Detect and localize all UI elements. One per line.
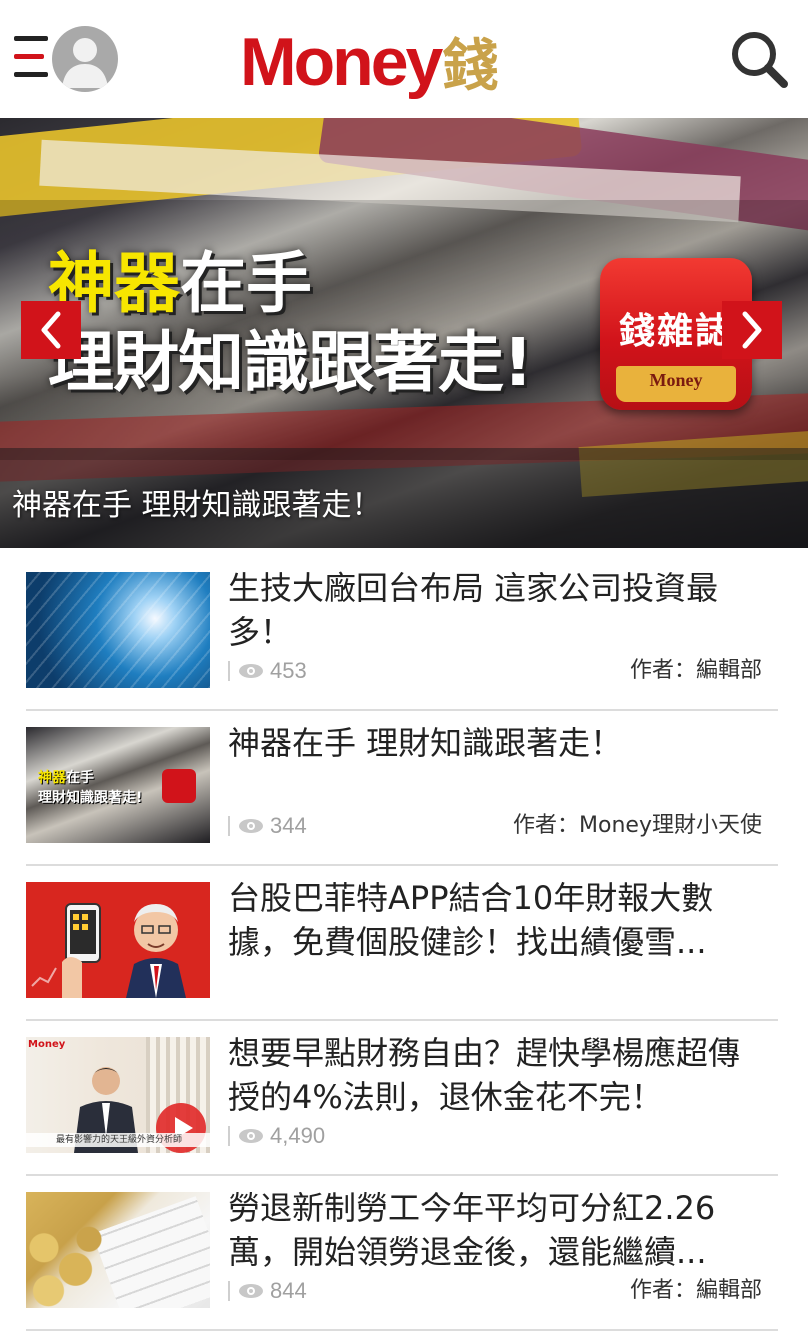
article-thumbnail	[26, 882, 210, 998]
menu-button[interactable]	[14, 36, 50, 80]
article-title[interactable]: 勞退新制勞工今年平均可分紅2.26萬，開始領勞退金後，還能繼續...	[228, 1186, 768, 1274]
chevron-left-icon	[41, 311, 61, 349]
banner-headline: 神器在手 理財知識跟著走!	[48, 246, 608, 404]
article-thumbnail: Money 最有影響力的天王級外資分析師	[26, 1037, 210, 1153]
article-meta: 4,490	[228, 1121, 768, 1151]
hamburger-icon	[14, 36, 48, 41]
app-icon-label: Money	[649, 370, 703, 390]
article-item[interactable]: Money 最有影響力的天王級外資分析師 想要早點財務自由？趕快學楊應超傳授的4…	[26, 1021, 778, 1176]
thumbnail-caption-highlight: 神器	[38, 770, 66, 786]
user-avatar[interactable]	[52, 26, 118, 92]
app-icon-thumbnail	[162, 769, 196, 803]
coins-illustration	[26, 1222, 116, 1308]
video-lower-third: 最有影響力的天王級外資分析師	[26, 1133, 210, 1147]
search-button[interactable]	[728, 28, 790, 90]
meta-divider	[228, 1281, 230, 1301]
article-item[interactable]: 生技大廠回台布局 這家公司投資最多！ 453 作者：編輯部	[26, 556, 778, 711]
article-thumbnail	[26, 1192, 210, 1308]
app-header: Money 錢	[0, 0, 808, 118]
carousel-next-button[interactable]	[722, 301, 782, 359]
hamburger-icon-accent-bar	[14, 54, 44, 59]
article-title[interactable]: 台股巴菲特APP結合10年財報大數據，免費個股健診！找出績優雪...	[228, 876, 768, 964]
view-count: 453	[270, 658, 307, 683]
thumbnail-brand: Money	[28, 1039, 66, 1050]
chevron-right-icon	[742, 311, 762, 349]
meta-divider	[228, 816, 230, 836]
banner-headline-line1: 神器在手	[48, 246, 608, 322]
view-count: 844	[270, 1278, 307, 1303]
article-title[interactable]: 神器在手 理財知識跟著走！	[228, 721, 768, 765]
search-icon	[732, 32, 788, 88]
meta-divider	[228, 661, 230, 681]
eye-icon	[239, 819, 263, 833]
banner-headline-line2: 理財知識跟著走!	[48, 324, 533, 401]
article-item[interactable]: 神器在手 理財知識跟著走! 神器在手 理財知識跟著走！ 344 作者：Money…	[26, 711, 778, 866]
meta-divider	[228, 1126, 230, 1146]
article-meta: 844 作者：編輯部	[228, 1276, 768, 1306]
article-title[interactable]: 想要早點財務自由？趕快學楊應超傳授的4%法則，退休金花不完！	[228, 1031, 768, 1119]
view-count: 344	[270, 813, 307, 838]
article-item[interactable]: 勞退新制勞工今年平均可分紅2.26萬，開始領勞退金後，還能繼續... 844 作…	[26, 1176, 778, 1331]
article-list: 生技大廠回台布局 這家公司投資最多！ 453 作者：編輯部 神器在手 理財知識跟…	[26, 556, 778, 1331]
article-meta: 453 作者：編輯部	[228, 656, 768, 686]
banner-caption: 神器在手 理財知識跟著走！	[12, 488, 382, 523]
hero-banner[interactable]: 神器在手 理財知識跟著走! 錢雜誌 Money 神器在手 理財知識跟著走！	[0, 118, 808, 548]
carousel-prev-button[interactable]	[21, 301, 81, 359]
article-thumbnail	[26, 572, 210, 688]
article-author: 作者：編輯部	[629, 658, 762, 683]
user-avatar-icon	[62, 38, 108, 88]
logo-text: Money	[240, 24, 443, 100]
article-thumbnail: 神器在手 理財知識跟著走!	[26, 727, 210, 843]
thumbnail-caption-line2: 理財知識跟著走!	[38, 790, 143, 806]
thumbnail-pattern	[26, 572, 210, 688]
article-author: 作者：編輯部	[629, 1278, 762, 1303]
eye-icon	[239, 1284, 263, 1298]
hamburger-icon-bottom-bar	[14, 72, 48, 77]
article-title[interactable]: 生技大廠回台布局 這家公司投資最多！	[228, 566, 768, 654]
view-count: 4,490	[270, 1123, 326, 1148]
site-logo[interactable]: Money 錢	[240, 18, 498, 98]
article-item[interactable]: 台股巴菲特APP結合10年財報大數據，免費個股健診！找出績優雪...	[26, 866, 778, 1021]
eye-icon	[239, 1129, 263, 1143]
article-meta: 344 作者：Money理財小天使	[228, 811, 768, 841]
buffett-illustration	[26, 882, 210, 998]
thumbnail-caption-line1: 神器在手	[38, 767, 94, 787]
banner-headline-rest: 在手	[180, 245, 312, 322]
logo-character: 錢	[442, 33, 499, 99]
thumbnail-caption-rest: 在手	[66, 770, 94, 786]
eye-icon	[239, 664, 263, 678]
article-author: 作者：Money理財小天使	[513, 813, 762, 838]
